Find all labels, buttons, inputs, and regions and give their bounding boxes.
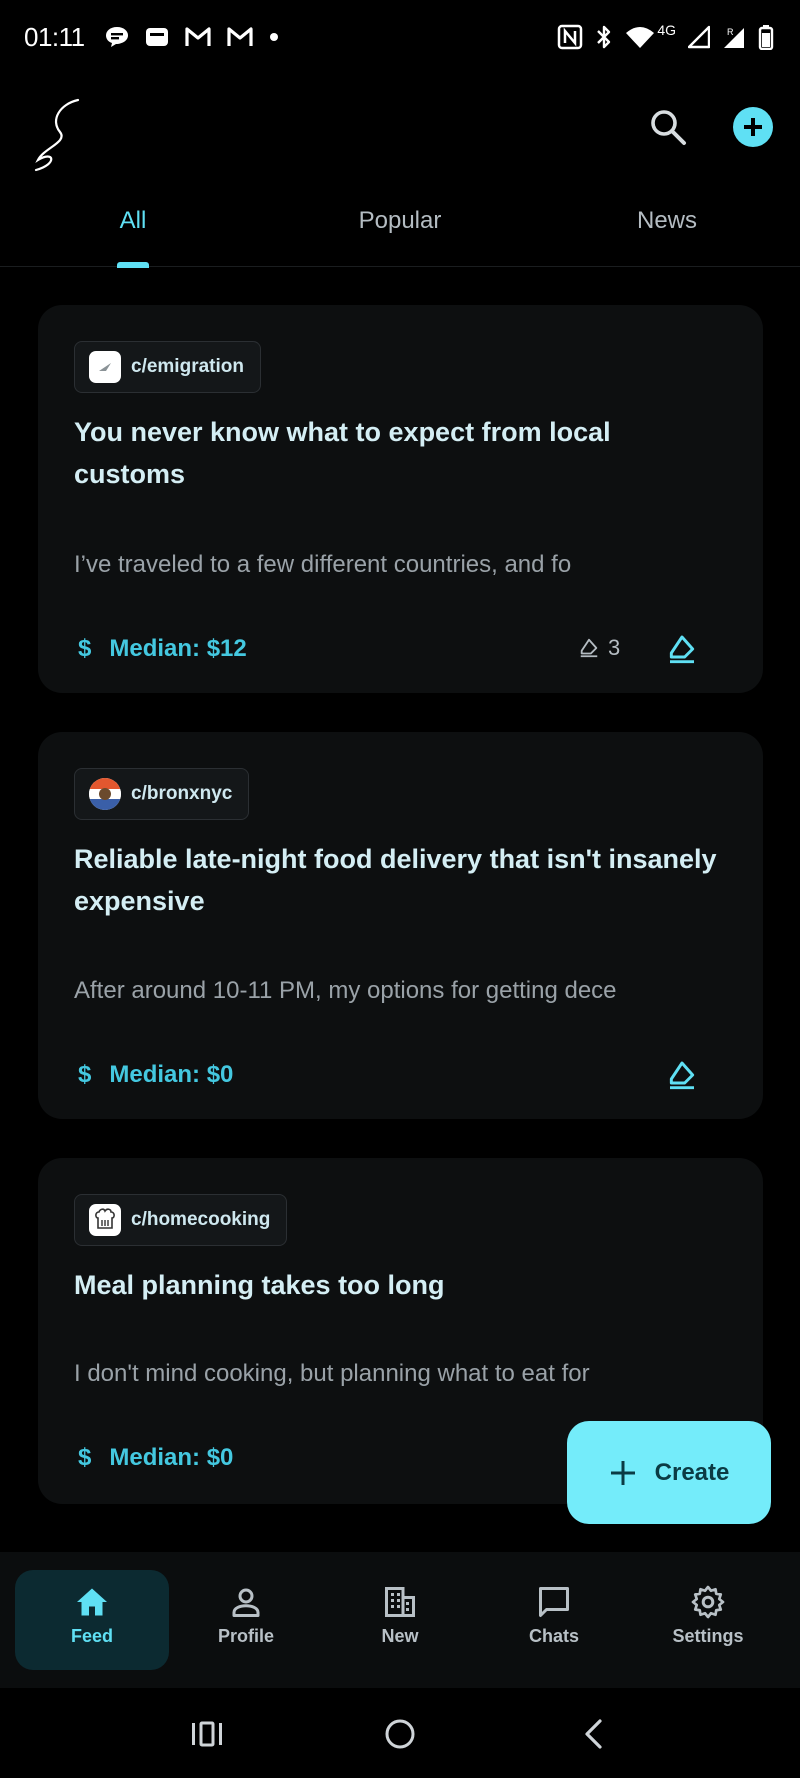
app-bar bbox=[0, 78, 800, 183]
status-time: 01:11 bbox=[24, 22, 85, 52]
tab-label: News bbox=[636, 207, 697, 234]
signal-roaming-icon: R bbox=[722, 24, 746, 50]
home-icon bbox=[77, 1588, 107, 1616]
post-title: Reliable late-night food delivery that i… bbox=[74, 844, 717, 916]
dollar-icon: $ bbox=[78, 635, 92, 662]
post-excerpt: I’ve traveled to a few different countri… bbox=[74, 551, 572, 578]
post-excerpt: I don't mind cooking, but planning what … bbox=[74, 1360, 590, 1387]
bid-icon bbox=[669, 1061, 695, 1090]
search-button[interactable] bbox=[644, 103, 692, 151]
nav-item-profile[interactable]: Profile bbox=[169, 1570, 323, 1670]
bottom-navigation: Feed Profile New Chats Settings bbox=[0, 1552, 800, 1688]
nav-item-feed[interactable]: Feed bbox=[15, 1570, 169, 1670]
status-bar: 01:11 4G R bbox=[0, 0, 800, 78]
tab-label: Popular bbox=[358, 207, 442, 234]
plus-icon bbox=[610, 1460, 635, 1485]
bid-button[interactable] bbox=[658, 625, 706, 673]
nav-label: Feed bbox=[70, 1626, 113, 1646]
status-system-icons: 4G R bbox=[557, 22, 774, 52]
network-type-label: 4G bbox=[657, 22, 676, 38]
bid-icon bbox=[669, 635, 695, 664]
svg-text:R: R bbox=[727, 27, 734, 37]
status-notification-icons bbox=[104, 22, 280, 52]
median-price: $ Median: $12 bbox=[78, 635, 247, 663]
bluetooth-icon bbox=[595, 24, 613, 50]
gmail-icon bbox=[226, 26, 254, 48]
post-card[interactable]: c/bronxnyc Reliable late-night food deli… bbox=[38, 732, 763, 1119]
nav-label: Chats bbox=[528, 1626, 579, 1646]
nav-label: New bbox=[381, 1626, 419, 1646]
tab-popular[interactable]: Popular bbox=[267, 183, 533, 267]
back-button[interactable] bbox=[571, 1712, 615, 1756]
search-icon bbox=[651, 110, 686, 145]
wifi-icon bbox=[625, 25, 655, 49]
add-circle-icon bbox=[744, 118, 762, 136]
tab-label: All bbox=[119, 207, 147, 234]
create-button-label: Create bbox=[654, 1458, 730, 1486]
recent-apps-button[interactable] bbox=[185, 1712, 229, 1756]
tab-all[interactable]: All bbox=[0, 183, 266, 268]
post-title: You never know what to expect from local… bbox=[74, 417, 611, 489]
nfc-icon bbox=[557, 24, 583, 50]
signal-icon bbox=[688, 25, 710, 49]
community-avatar bbox=[89, 351, 121, 383]
gmail-icon bbox=[184, 26, 212, 48]
post-excerpt: After around 10-11 PM, my options for ge… bbox=[74, 977, 617, 1004]
home-system-button[interactable] bbox=[378, 1712, 422, 1756]
chat-icon bbox=[539, 1587, 569, 1617]
nav-item-settings[interactable]: Settings bbox=[631, 1570, 785, 1670]
building-icon bbox=[385, 1587, 415, 1617]
community-avatar bbox=[89, 778, 121, 810]
home-circle-icon bbox=[385, 1719, 415, 1749]
community-avatar bbox=[89, 1204, 121, 1236]
feed-tabs: All Popular News bbox=[0, 183, 800, 268]
recent-apps-icon bbox=[192, 1721, 222, 1747]
back-chevron-icon bbox=[585, 1719, 602, 1749]
community-chip[interactable]: c/emigration bbox=[74, 341, 261, 393]
create-button[interactable]: Create bbox=[567, 1421, 771, 1524]
community-name: c/homecooking bbox=[131, 1209, 271, 1230]
nav-item-new[interactable]: New bbox=[323, 1570, 477, 1670]
post-feed: c/emigration You never know what to expe… bbox=[0, 268, 800, 1551]
chat-bubble-icon bbox=[104, 25, 130, 49]
bid-count: 3 bbox=[578, 635, 620, 661]
community-name: c/emigration bbox=[131, 356, 244, 377]
dollar-icon: $ bbox=[78, 1444, 92, 1471]
bid-button[interactable] bbox=[658, 1051, 706, 1099]
bid-count-icon bbox=[580, 638, 598, 658]
community-name: c/bronxnyc bbox=[131, 783, 233, 804]
community-chip[interactable]: c/homecooking bbox=[74, 1194, 288, 1246]
add-button[interactable] bbox=[733, 107, 773, 147]
app-logo[interactable] bbox=[30, 94, 86, 174]
gear-icon bbox=[691, 1585, 725, 1619]
battery-icon bbox=[758, 24, 774, 50]
bid-count-value: 3 bbox=[608, 635, 621, 660]
median-price: $ Median: $0 bbox=[78, 1444, 233, 1472]
median-label: Median: $0 bbox=[109, 1444, 234, 1471]
nav-label: Profile bbox=[217, 1626, 274, 1646]
nav-item-chats[interactable]: Chats bbox=[477, 1570, 631, 1670]
dot-icon bbox=[268, 31, 280, 43]
nav-label: Settings bbox=[672, 1626, 744, 1646]
post-card[interactable]: c/emigration You never know what to expe… bbox=[38, 305, 763, 693]
median-label: Median: $0 bbox=[109, 1061, 234, 1088]
tab-news[interactable]: News bbox=[534, 183, 800, 267]
community-chip[interactable]: c/bronxnyc bbox=[74, 768, 250, 820]
median-label: Median: $12 bbox=[109, 635, 247, 662]
post-title: Meal planning takes too long bbox=[74, 1270, 445, 1300]
median-price: $ Median: $0 bbox=[78, 1061, 233, 1089]
person-icon bbox=[232, 1588, 260, 1617]
dollar-icon: $ bbox=[78, 1061, 92, 1088]
notification-icon bbox=[144, 26, 170, 48]
system-navigation-bar bbox=[0, 1688, 800, 1778]
